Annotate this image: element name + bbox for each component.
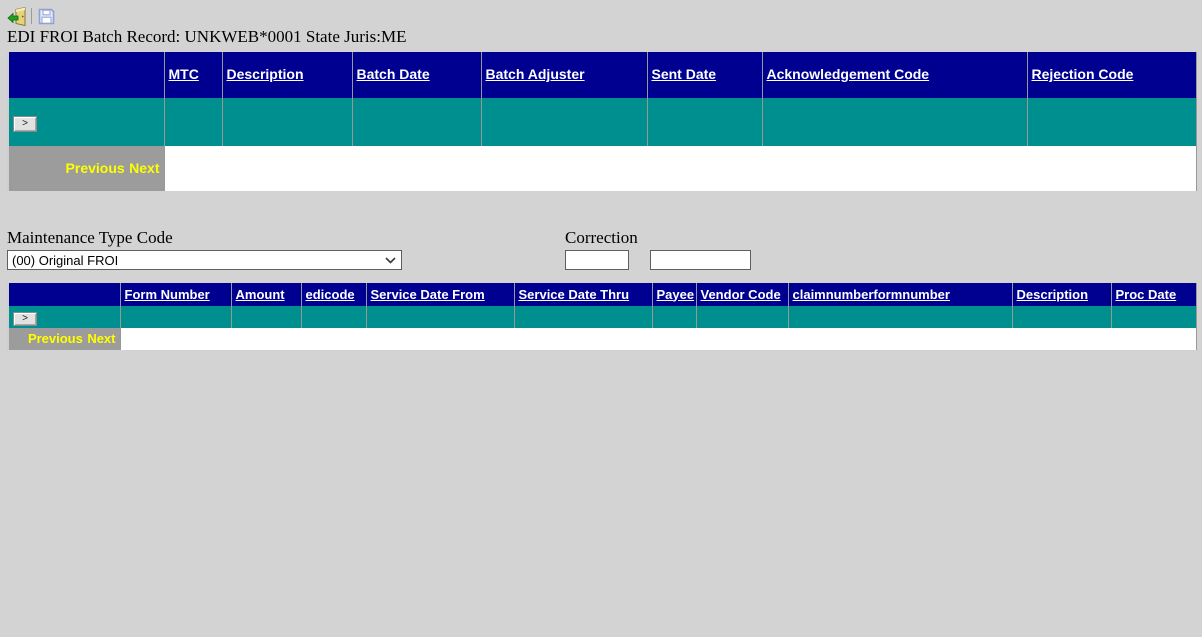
sort-link-mtc[interactable]: MTC [169,66,199,82]
detail-col-amount: Amount [231,283,301,306]
detail-row-select-button[interactable]: > [13,312,37,326]
page-title: EDI FROI Batch Record: UNKWEB*0001 State… [7,27,1202,47]
table-cell [647,98,762,146]
correction-label: Correction [565,228,751,247]
sort-link-edicode[interactable]: edicode [306,287,355,302]
detail-pager-cell: Previous Next [8,328,120,350]
batch-col-description: Description [222,52,352,98]
detail-col-empty [8,283,120,306]
detail-table-pager-row: Previous Next [8,328,1196,350]
table-cell [1111,306,1196,328]
table-cell [120,306,231,328]
detail-col-service-date-from: Service Date From [366,283,514,306]
table-cell [1012,306,1111,328]
correction-inputs [565,250,751,270]
detail-table-row: > [8,306,1196,328]
batch-col-sent-date: Sent Date [647,52,762,98]
table-cell [696,306,788,328]
sort-link-payee[interactable]: Payee [657,287,695,302]
table-cell [1027,98,1196,146]
table-cell [352,98,481,146]
table-cell [514,306,652,328]
sort-link-proc-date[interactable]: Proc Date [1116,287,1177,302]
correction-code-input[interactable] [565,250,629,270]
detail-col-edicode: edicode [301,283,366,306]
sort-link-acknowledgement-code[interactable]: Acknowledgement Code [767,66,930,82]
batch-row-select-button[interactable]: > [13,116,37,132]
batch-pager-cell: Previous Next [8,146,164,191]
table-cell [788,306,1012,328]
batch-pager-spacer [164,146,1196,191]
detail-row-select-cell: > [8,306,120,328]
correction-value-input[interactable] [650,250,751,270]
toolbar [7,6,1202,26]
batch-row-select-cell: > [8,98,164,146]
sort-link-amount[interactable]: Amount [236,287,285,302]
detail-col-proc-date: Proc Date [1111,283,1196,306]
save-icon[interactable] [36,7,56,26]
exit-icon[interactable] [7,7,27,26]
detail-pager-previous[interactable]: Previous [28,331,83,346]
maintenance-type-block: Maintenance Type Code (00) Original FROI [7,228,402,270]
sort-link-batch-adjuster[interactable]: Batch Adjuster [486,66,585,82]
table-cell [222,98,352,146]
toolbar-separator [31,8,32,24]
batch-col-mtc: MTC [164,52,222,98]
detail-col-description: Description [1012,283,1111,306]
detail-col-payee: Payee [652,283,696,306]
table-cell [301,306,366,328]
detail-col-vendor-code: Vendor Code [696,283,788,306]
detail-table: Form Number Amount edicode Service Date … [7,283,1197,350]
sort-link-detail-description[interactable]: Description [1017,287,1089,302]
detail-pager-next[interactable]: Next [87,331,115,346]
correction-block: Correction [565,228,751,270]
batch-pager-next[interactable]: Next [129,160,159,176]
detail-col-service-date-thru: Service Date Thru [514,283,652,306]
batch-col-acknowledgement-code: Acknowledgement Code [762,52,1027,98]
sort-link-service-date-thru[interactable]: Service Date Thru [519,287,630,302]
maintenance-type-select-wrap: (00) Original FROI [7,250,402,270]
sort-link-vendor-code[interactable]: Vendor Code [701,287,781,302]
batch-table-header-row: MTC Description Batch Date Batch Adjuste… [8,52,1196,98]
sort-link-description[interactable]: Description [227,66,304,82]
batch-pager-previous[interactable]: Previous [66,160,125,176]
batch-table: MTC Description Batch Date Batch Adjuste… [7,52,1197,191]
sort-link-form-number[interactable]: Form Number [125,287,210,302]
batch-col-empty [8,52,164,98]
sort-link-batch-date[interactable]: Batch Date [357,66,430,82]
detail-table-header-row: Form Number Amount edicode Service Date … [8,283,1196,306]
batch-table-pager-row: Previous Next [8,146,1196,191]
sort-link-sent-date[interactable]: Sent Date [652,66,717,82]
controls-section: Maintenance Type Code (00) Original FROI… [7,228,1202,270]
table-cell [652,306,696,328]
sort-link-claimnumberformnumber[interactable]: claimnumberformnumber [793,287,950,302]
batch-table-row: > [8,98,1196,146]
page: EDI FROI Batch Record: UNKWEB*0001 State… [0,0,1202,350]
table-cell [762,98,1027,146]
batch-col-rejection-code: Rejection Code [1027,52,1196,98]
batch-col-batch-date: Batch Date [352,52,481,98]
maintenance-type-label: Maintenance Type Code [7,228,402,247]
table-cell [481,98,647,146]
sort-link-service-date-from[interactable]: Service Date From [371,287,485,302]
maintenance-type-select[interactable]: (00) Original FROI [7,250,402,270]
detail-pager-spacer [120,328,1196,350]
table-cell [366,306,514,328]
sort-link-rejection-code[interactable]: Rejection Code [1032,66,1134,82]
detail-col-form-number: Form Number [120,283,231,306]
table-cell [231,306,301,328]
table-cell [164,98,222,146]
batch-col-batch-adjuster: Batch Adjuster [481,52,647,98]
detail-col-claimnumberformnumber: claimnumberformnumber [788,283,1012,306]
